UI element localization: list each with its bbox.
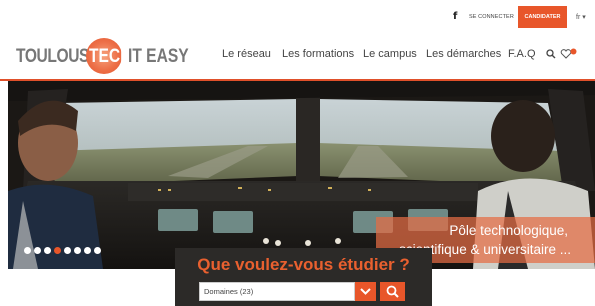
slider-dot[interactable]: [24, 247, 31, 254]
logo-text-it-easy: IT EASY: [128, 46, 189, 67]
language-selector[interactable]: fr ▾: [576, 13, 586, 21]
chevron-down-icon: [360, 288, 371, 295]
heart-icon[interactable]: [560, 48, 578, 60]
nav-item-reseau[interactable]: Le réseau: [222, 48, 271, 60]
page: f SE CONNECTER CANDIDATER fr ▾ TOULOUSE …: [0, 0, 595, 306]
top-bar: f SE CONNECTER CANDIDATER fr ▾: [0, 0, 595, 34]
domain-select[interactable]: Domaines (23): [199, 282, 355, 301]
login-link[interactable]: SE CONNECTER: [469, 14, 514, 20]
nav-item-formations[interactable]: Les formations: [282, 48, 354, 60]
slider-dot[interactable]: [44, 247, 51, 254]
slider-dot[interactable]: [84, 247, 91, 254]
site-logo[interactable]: TOULOUSE TECH IT EASY: [16, 38, 189, 74]
search-icon[interactable]: [546, 48, 556, 60]
slider-dot[interactable]: [64, 247, 71, 254]
apply-button[interactable]: CANDIDATER: [518, 6, 567, 28]
nav-item-campus[interactable]: Le campus: [363, 48, 417, 60]
search-submit-button[interactable]: [380, 282, 405, 301]
hero-slider[interactable]: Pôle technologique, scientifique & unive…: [8, 81, 595, 269]
slider-dot[interactable]: [34, 247, 41, 254]
study-search-title: Que voulez-vous étudier ?: [197, 255, 410, 274]
slider-dot[interactable]: [74, 247, 81, 254]
nav-item-faq[interactable]: F.A.Q: [508, 48, 536, 60]
slider-dot[interactable]: [94, 247, 101, 254]
study-search-panel: Que voulez-vous étudier ? Domaines (23): [175, 248, 432, 306]
nav-item-demarches[interactable]: Les démarches: [426, 48, 501, 60]
hero-caption-line1: Pôle technologique,: [449, 223, 568, 238]
slider-dot-active[interactable]: [54, 247, 61, 254]
logo-text-tech: TECH: [89, 46, 132, 67]
facebook-icon[interactable]: f: [453, 11, 457, 22]
domain-dropdown-button[interactable]: [355, 282, 376, 301]
search-icon: [386, 285, 399, 298]
